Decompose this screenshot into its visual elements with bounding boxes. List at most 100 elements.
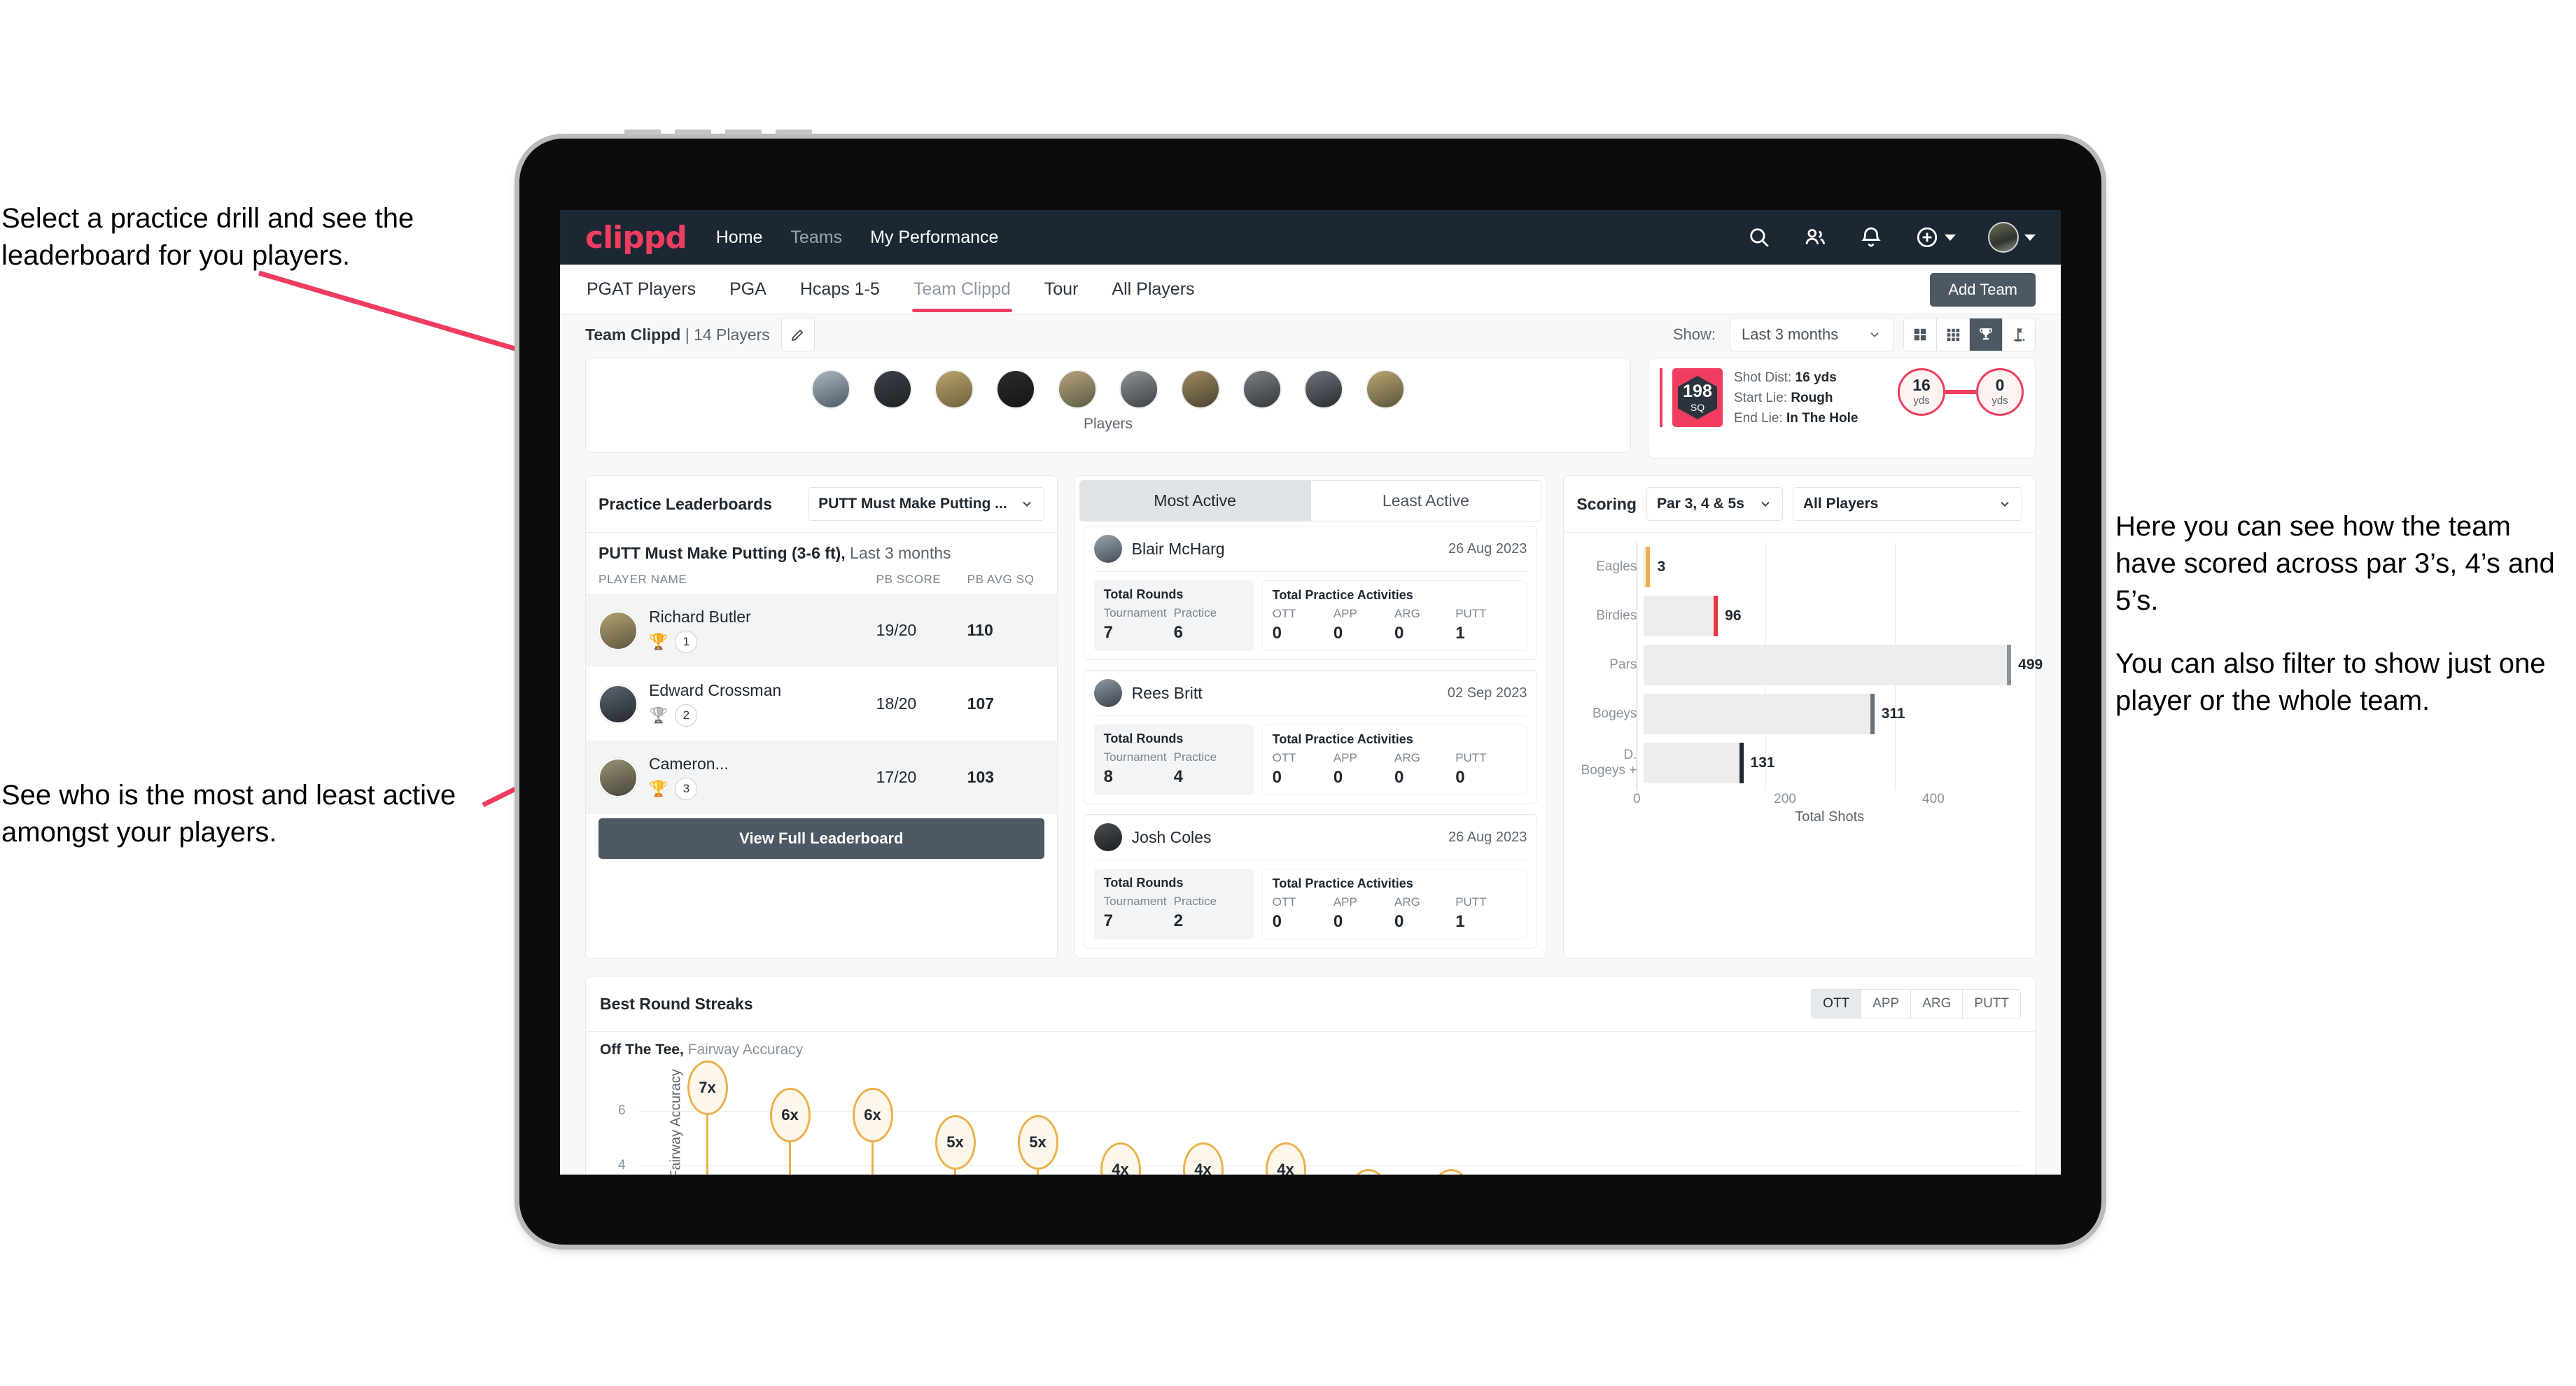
edit-team-button[interactable] [780, 318, 815, 351]
total-rounds-title: Total Rounds [1103, 732, 1184, 746]
add-menu[interactable] [1915, 225, 1956, 249]
activity-player-card[interactable]: Josh Coles 26 Aug 2023 Total Rounds Tour… [1083, 814, 1538, 948]
avatar[interactable] [873, 370, 912, 409]
tab-hcaps-1-5[interactable]: Hcaps 1-5 [799, 267, 881, 312]
lollipop-value: 7x [687, 1060, 728, 1115]
total-practice-values: OTT 0 APP 0 ARG 0 PUTT 1 [1273, 607, 1517, 643]
total-practice-title: Total Practice Activities [1272, 876, 1413, 890]
nav-link-my-performance[interactable]: My Performance [870, 227, 998, 248]
add-team-button[interactable]: Add Team [1930, 273, 2036, 307]
end-lie-value: In The Hole [1786, 410, 1858, 426]
clippd-logo[interactable]: clippd [585, 220, 687, 255]
view-mode-grid-3x3[interactable] [1937, 318, 1970, 351]
activity-player-header: Blair McHarg 26 Aug 2023 [1093, 535, 1527, 572]
table-row[interactable]: Edward Crossman 🏆 2 18/20 107 [586, 667, 1057, 741]
total-practice-box: Total Practice Activities OTT 0 APP 0 ARG 0… [1261, 580, 1527, 651]
players-card: Players [585, 358, 1631, 453]
streaks-segment-group: OTT APP ARG PUTT [1811, 989, 2021, 1018]
main-content: Players 198 SQ Shot Dist: 16 yds Start L… [560, 358, 2061, 1175]
bar-track: 96 [1644, 596, 2022, 636]
lollipop-value: 4x [1182, 1142, 1224, 1175]
drill-select[interactable]: PUTT Must Make Putting ... [808, 487, 1044, 521]
tab-pgat-players[interactable]: PGAT Players [585, 267, 697, 312]
activity-tabs: Most Active Least Active [1075, 476, 1546, 526]
people-icon[interactable] [1803, 225, 1827, 249]
device-button-1 [624, 130, 661, 135]
profile-menu[interactable] [1988, 222, 2036, 253]
view-mode-grid-2x2[interactable] [1904, 318, 1937, 351]
app-label: APP [1333, 895, 1357, 909]
arg-value: 0 [1394, 624, 1404, 643]
streaks-chart: Streak, Fairway Accuracy 6 4 7x 6x 6x 5x… [600, 1060, 2021, 1175]
avatar[interactable] [934, 370, 974, 409]
players-caption: Players [1083, 416, 1133, 432]
view-mode-flag[interactable] [2003, 318, 2035, 351]
tab-most-active[interactable]: Most Active [1079, 480, 1311, 522]
tournament-label: Tournament [1103, 606, 1167, 620]
avatar [1093, 823, 1122, 851]
arg-stat: ARG 0 [1394, 751, 1455, 788]
bar-label: Pars [1609, 657, 1637, 672]
nav-link-home[interactable]: Home [716, 227, 763, 248]
par-filter-select[interactable]: Par 3, 4 & 5s [1646, 487, 1783, 521]
practice-label: Practice [1173, 606, 1217, 620]
tabbar: PGAT Players PGA Hcaps 1-5 Team Clippd T… [560, 265, 2061, 314]
bar-value: 3 [1657, 559, 1666, 575]
segment-putt[interactable]: PUTT [1963, 990, 2020, 1018]
total-rounds-values: Tournament 7 Practice 2 [1104, 895, 1244, 931]
search-icon[interactable] [1747, 225, 1771, 249]
avatar[interactable] [1988, 222, 2019, 253]
shot-yardage-diagram: 16 yds 0 yds [1898, 368, 2024, 416]
avatar[interactable] [1119, 370, 1158, 409]
tab-team-clippd[interactable]: Team Clippd [911, 267, 1012, 312]
nav-link-teams[interactable]: Teams [790, 227, 842, 248]
avatar[interactable] [1058, 370, 1097, 409]
player-filter-select[interactable]: All Players [1792, 487, 2023, 521]
streaks-header: Best Round Streaks OTT APP ARG PUTT [586, 976, 2035, 1031]
activity-player-card[interactable]: Blair McHarg 26 Aug 2023 Total Rounds To… [1083, 526, 1538, 660]
hexagon-icon: 198 SQ [1678, 376, 1717, 419]
practice-stat: Practice 2 [1174, 895, 1244, 931]
segment-arg[interactable]: ARG [1911, 990, 1963, 1018]
tab-pga[interactable]: PGA [728, 267, 768, 312]
tablet-device: clippd Home Teams My Performance PGAT Pl… [519, 130, 2101, 1245]
chevron-down-icon [1022, 501, 1031, 507]
avatar[interactable] [1242, 370, 1282, 409]
total-rounds-values: Tournament 8 Practice 4 [1104, 750, 1244, 787]
activity-player-card[interactable]: Rees Britt 02 Sep 2023 Total Rounds Tour… [1083, 670, 1538, 804]
avatar[interactable] [1366, 370, 1405, 409]
table-row[interactable]: Cameron... 🏆 3 17/20 103 [586, 741, 1057, 814]
show-label: Show: [1672, 326, 1716, 343]
leaderboard-player: Cameron... 🏆 3 [649, 755, 876, 800]
tab-all-players[interactable]: All Players [1110, 267, 1196, 312]
shot-line-start: Start Lie: Rough [1734, 388, 1858, 409]
pencil-icon [791, 329, 804, 342]
range-select[interactable]: Last 3 months [1730, 318, 1893, 351]
best-round-streaks-card: Best Round Streaks OTT APP ARG PUTT Off … [585, 976, 2036, 1175]
avatar[interactable] [996, 370, 1035, 409]
segment-app[interactable]: APP [1861, 990, 1912, 1018]
drill-name: PUTT Must Make Putting (3-6 ft), [598, 544, 846, 562]
practice-leaderboards-card: Practice Leaderboards PUTT Must Make Put… [585, 475, 1058, 959]
table-row[interactable]: Richard Butler 🏆 1 19/20 110 [586, 594, 1057, 667]
team-separator: | [680, 325, 694, 344]
segment-ott[interactable]: OTT [1812, 990, 1862, 1018]
avatar[interactable] [1181, 370, 1220, 409]
view-full-leaderboard-button[interactable]: View Full Leaderboard [598, 818, 1044, 859]
player-badges: 🏆 1 [649, 631, 876, 653]
bar-row-dbogeys: D. Bogeys + 131 [1576, 743, 2022, 783]
streaks-subtitle: Off The Tee, Fairway Accuracy [586, 1032, 2035, 1058]
bar-track: 3 [1644, 547, 2022, 587]
grid-2x2-icon [1914, 328, 1926, 341]
plus-circle-icon[interactable] [1915, 225, 1939, 249]
avatar [1093, 535, 1122, 563]
tab-least-active[interactable]: Least Active [1310, 480, 1542, 522]
view-mode-trophy[interactable] [1970, 318, 2003, 351]
avatar[interactable] [1304, 370, 1343, 409]
tab-tour[interactable]: Tour [1043, 267, 1080, 312]
practice-stat: Practice 6 [1174, 606, 1244, 643]
bell-icon[interactable] [1859, 225, 1883, 249]
app-label: APP [1333, 751, 1357, 764]
avatar[interactable] [811, 370, 850, 409]
drill-select-value: PUTT Must Make Putting ... [818, 496, 1007, 512]
